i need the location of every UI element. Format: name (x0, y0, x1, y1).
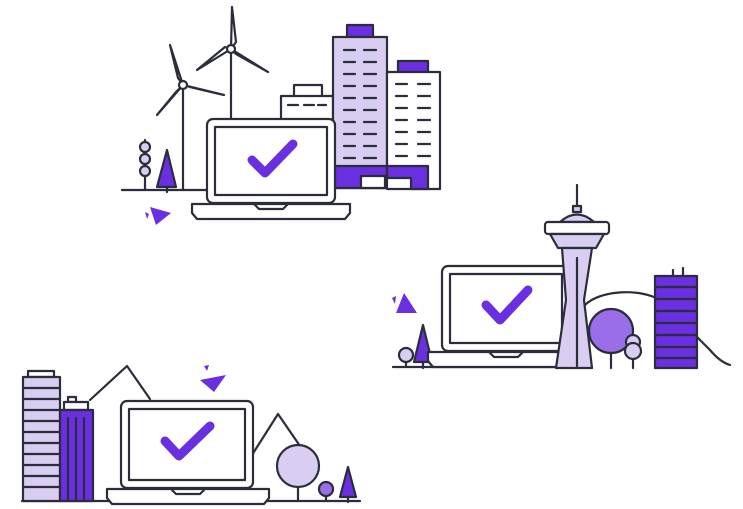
office-building-icon (331, 23, 389, 190)
laptop-icon (190, 117, 352, 221)
tree-icon (138, 138, 152, 192)
illustration-svg (20, 5, 732, 506)
decor-triangle (145, 212, 149, 219)
office-building-icon (653, 266, 699, 370)
tree-icon (623, 333, 643, 370)
decor-triangle (200, 375, 226, 392)
office-building-icon (58, 395, 95, 503)
tree-icon (317, 480, 335, 502)
laptop-icon (105, 399, 271, 506)
tree-icon (397, 346, 415, 369)
tree-icon (275, 443, 321, 502)
decor-triangle (392, 296, 396, 304)
tree-icon (338, 465, 358, 504)
space-needle-scene (391, 183, 732, 370)
decor-triangle (150, 207, 171, 225)
city-wind-turbines-scene (120, 5, 442, 225)
mountain-icon (88, 364, 152, 402)
tree-icon (155, 148, 178, 194)
illustration-canvas (0, 0, 743, 509)
office-building-icon (385, 59, 442, 191)
decor-triangle (396, 293, 417, 313)
wind-turbine-icon (195, 5, 270, 130)
decor-triangle (204, 365, 209, 371)
mountain-city-scene (20, 364, 362, 506)
office-building-icon (21, 369, 62, 503)
